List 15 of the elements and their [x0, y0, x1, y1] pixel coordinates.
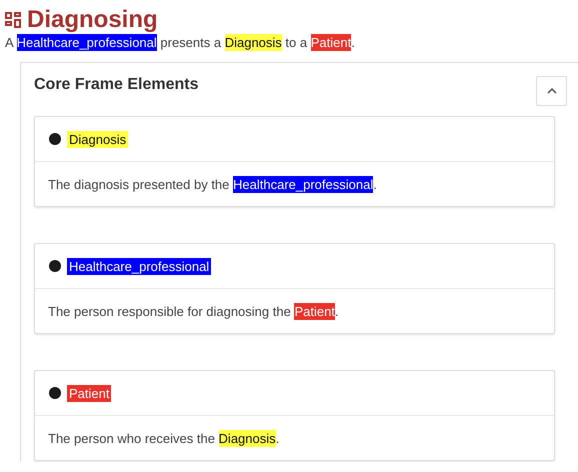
element-name: Healthcare_professional: [67, 258, 212, 274]
frame-title: Diagnosing: [27, 6, 158, 34]
grid-icon: [5, 12, 21, 28]
chevron-icon: [546, 87, 558, 95]
element-description: The diagnosis presented by the Healthcare_professional.: [48, 176, 377, 192]
collapse-button[interactable]: [536, 76, 567, 106]
frame-definition: A Healthcare_professional presents a Diagnosis to a Patient.: [5, 35, 356, 50]
bullet-icon: [49, 260, 61, 272]
element-name: Diagnosis: [67, 130, 128, 148]
panel-title: Core Frame Elements: [34, 76, 199, 94]
element-name: Patient: [67, 384, 112, 402]
bullet-icon: [49, 133, 61, 145]
bullet-icon: [49, 387, 61, 399]
element-description: The person responsible for diagnosing the Patient.: [48, 304, 339, 318]
element-description: The person who receives the Diagnosis.: [48, 430, 280, 446]
